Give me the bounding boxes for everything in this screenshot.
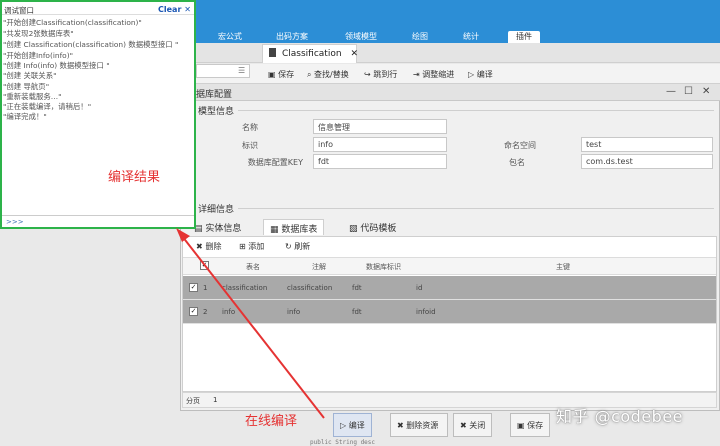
annotation-arrow bbox=[176, 228, 325, 419]
watermark: 知乎 @codebee bbox=[556, 407, 684, 426]
